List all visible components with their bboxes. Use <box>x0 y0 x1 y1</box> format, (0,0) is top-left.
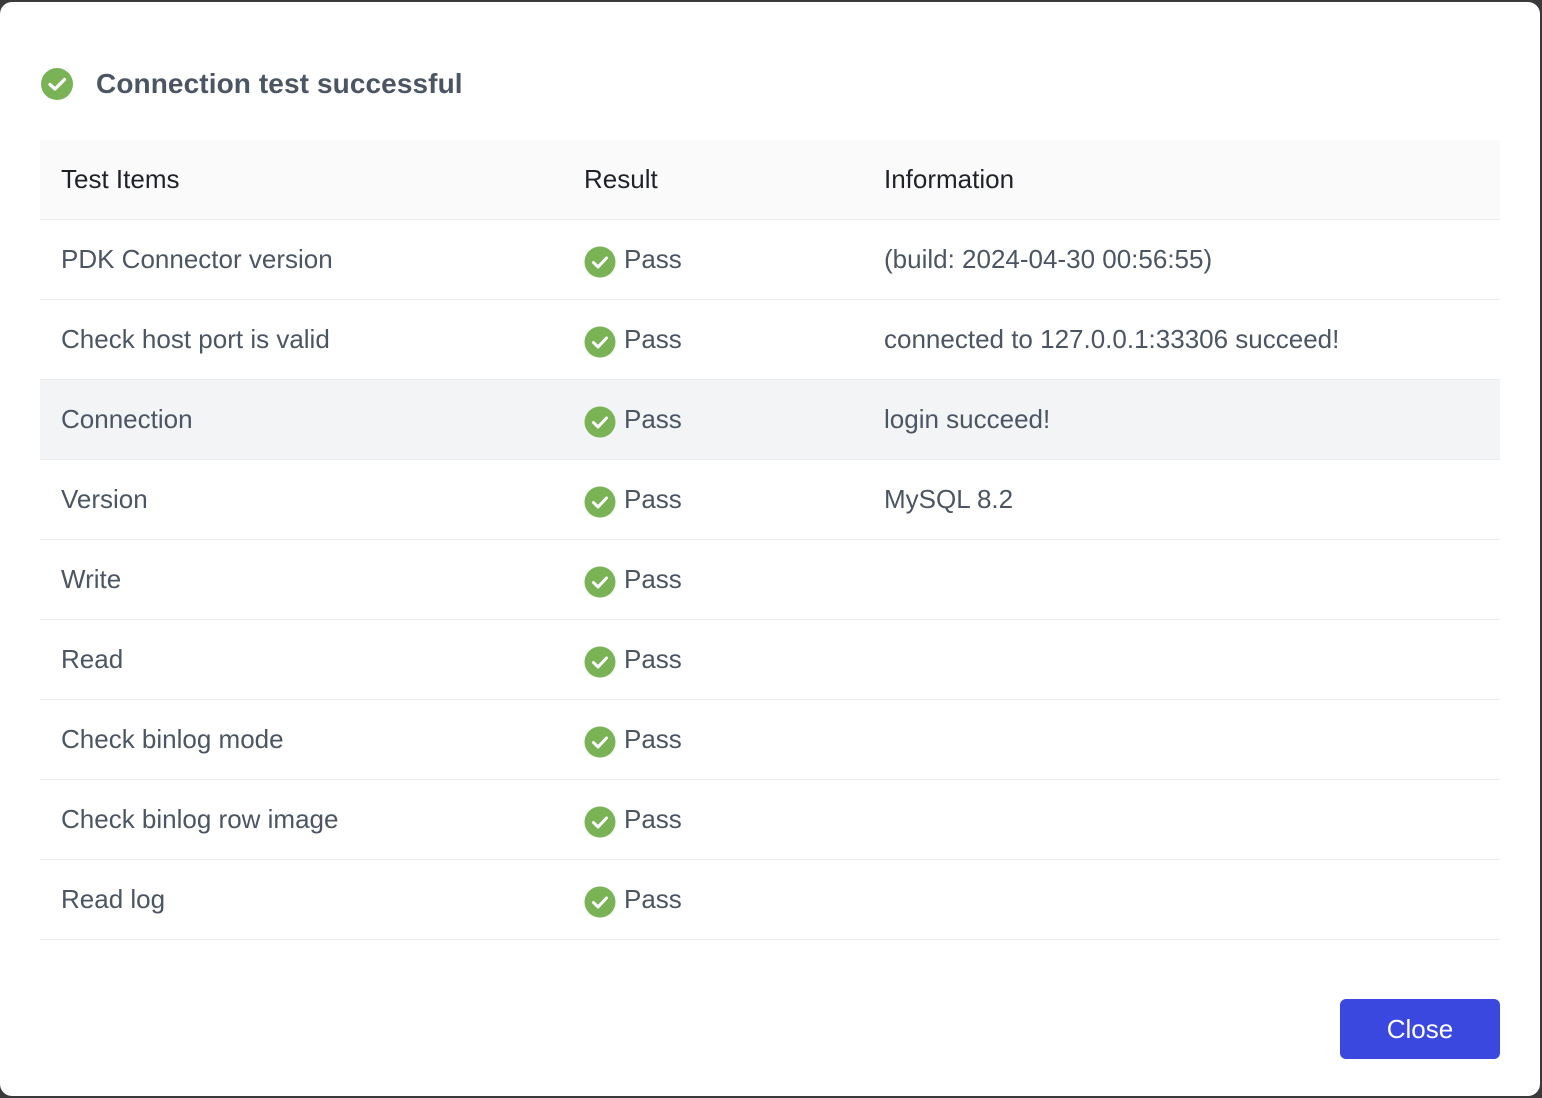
test-information: (build: 2024-04-30 00:56:55) <box>884 244 1213 274</box>
test-result: Pass <box>584 564 884 598</box>
test-information: connected to 127.0.0.1:33306 succeed! <box>884 324 1340 354</box>
test-item-name: Check host port is valid <box>61 324 330 354</box>
result-label: Pass <box>624 724 682 754</box>
result-label: Pass <box>624 404 682 434</box>
connection-test-dialog: Connection test successful Test Items Re… <box>0 2 1540 1096</box>
test-item-name: Check binlog row image <box>61 804 339 834</box>
dialog-header: Connection test successful <box>40 65 463 103</box>
test-item-name: Check binlog mode <box>61 724 284 754</box>
success-check-icon <box>40 67 74 101</box>
test-result: Pass <box>584 804 884 838</box>
table-row: Read Pass <box>40 620 1500 700</box>
test-item-name: Connection <box>61 404 193 434</box>
result-label: Pass <box>624 324 682 354</box>
test-information: login succeed! <box>884 404 1051 434</box>
test-item-name: Read <box>61 644 124 674</box>
result-label: Pass <box>624 564 682 594</box>
header-result: Result <box>584 164 658 194</box>
result-label: Pass <box>624 644 682 674</box>
table-row: Version Pass MySQL 8.2 <box>40 460 1500 540</box>
result-label: Pass <box>624 804 682 834</box>
table-body: PDK Connector version Pass (build: 2024-04… <box>40 220 1500 940</box>
pass-check-icon <box>584 726 616 758</box>
pass-check-icon <box>584 566 616 598</box>
pass-check-icon <box>584 806 616 838</box>
test-result: Pass <box>584 324 884 358</box>
test-result: Pass <box>584 244 884 278</box>
table-row: Check host port is valid Pass connected to… <box>40 300 1500 380</box>
test-result: Pass <box>584 644 884 678</box>
close-button[interactable]: Close <box>1340 999 1500 1059</box>
table-row: PDK Connector version Pass (build: 2024-04… <box>40 220 1500 300</box>
test-results-table: Test Items Result Information PDK Connec… <box>40 140 1500 940</box>
result-label: Pass <box>624 244 682 274</box>
test-result: Pass <box>584 404 884 438</box>
table-row: Read log Pass <box>40 860 1500 940</box>
pass-check-icon <box>584 886 616 918</box>
test-result: Pass <box>584 884 884 918</box>
test-item-name: Version <box>61 484 148 514</box>
test-result: Pass <box>584 724 884 758</box>
result-label: Pass <box>624 484 682 514</box>
test-result: Pass <box>584 484 884 518</box>
table-row: Check binlog row image Pass <box>40 780 1500 860</box>
test-item-name: Write <box>61 564 122 594</box>
dialog-title: Connection test successful <box>96 68 463 99</box>
test-information: MySQL 8.2 <box>884 484 1014 514</box>
header-information: Information <box>884 164 1015 194</box>
test-item-name: Read log <box>61 884 166 914</box>
result-label: Pass <box>624 884 682 914</box>
test-item-name: PDK Connector version <box>61 244 333 274</box>
table-row: Write Pass <box>40 540 1500 620</box>
pass-check-icon <box>584 406 616 438</box>
pass-check-icon <box>584 246 616 278</box>
header-test-items: Test Items <box>61 164 180 194</box>
table-row: Check binlog mode Pass <box>40 700 1500 780</box>
table-header: Test Items Result Information <box>40 140 1500 220</box>
pass-check-icon <box>584 646 616 678</box>
pass-check-icon <box>584 486 616 518</box>
table-row: Connection Pass login succeed! <box>40 380 1500 460</box>
pass-check-icon <box>584 326 616 358</box>
